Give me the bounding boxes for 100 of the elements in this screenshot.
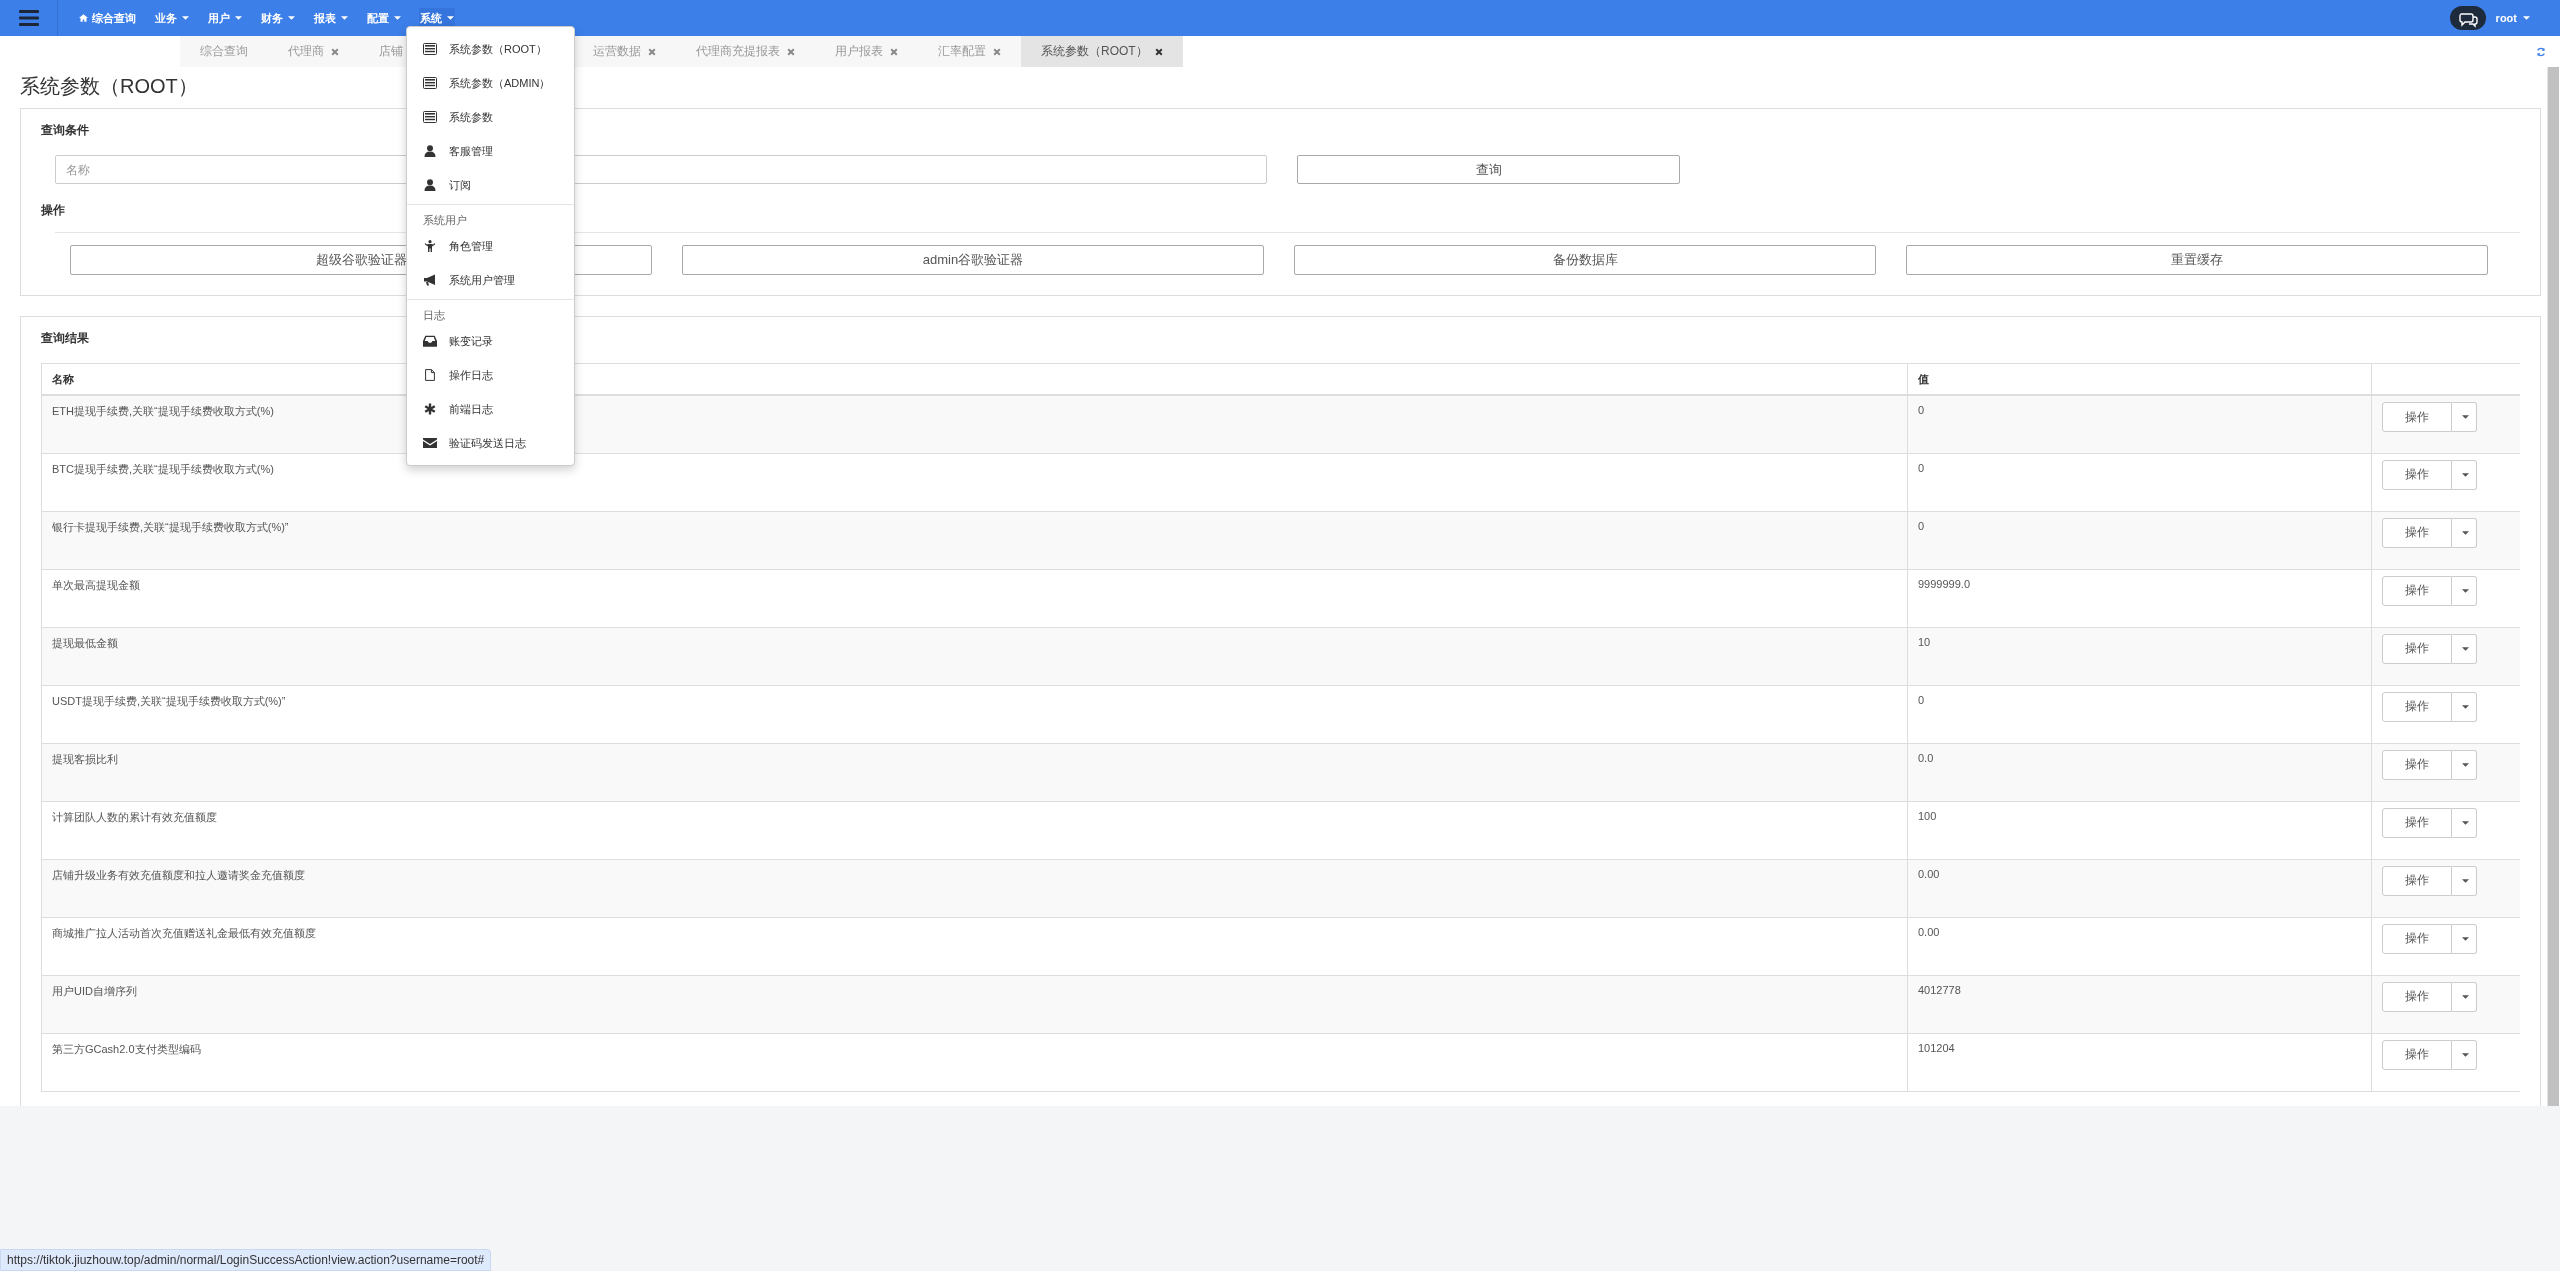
caret-icon <box>2461 415 2469 419</box>
table-cell: 0.00 <box>1907 859 2372 917</box>
caret-icon <box>288 16 295 20</box>
menu-item[interactable]: 系统参数（ROOT） <box>407 32 574 66</box>
action-button[interactable]: 操作 <box>2382 633 2452 664</box>
action-button[interactable]: 操作 <box>2382 981 2452 1012</box>
dropdown-toggle[interactable] <box>2452 807 2477 838</box>
action-button[interactable]: 操作 <box>2382 691 2452 722</box>
menu-item[interactable]: 前端日志 <box>407 392 574 426</box>
dropdown-toggle[interactable] <box>2452 691 2477 722</box>
table-cell: 商城推广拉人活动首次充值赠送礼金最低有效充值额度 <box>41 917 1908 975</box>
caret-icon <box>2461 472 2469 477</box>
megaphone-icon <box>423 274 437 286</box>
caret-icon <box>2461 704 2469 709</box>
dropdown-toggle[interactable] <box>2452 865 2477 896</box>
menu-item[interactable]: 操作日志 <box>407 358 574 392</box>
table-cell: 提现客损比利 <box>41 743 1908 801</box>
close-icon <box>331 47 339 56</box>
close-icon <box>993 47 1001 56</box>
menu-item[interactable]: 系统参数（ADMIN） <box>407 66 574 100</box>
menu-icon[interactable] <box>18 10 39 26</box>
status-url: https://tiktok.jiuzhouw.top/admin/normal/LoginSuccessAction!view.action?username=root# <box>0 1249 492 1271</box>
action-button[interactable]: 操作 <box>2382 459 2452 490</box>
user-icon <box>423 179 437 191</box>
action-button[interactable]: 操作 <box>2382 923 2452 954</box>
tab[interactable]: 系统参数（ROOT） <box>1021 36 1183 67</box>
action-button[interactable]: 重置缓存 <box>1906 245 2488 275</box>
close-icon <box>1154 47 1163 56</box>
table-cell: 用户UID自增序列 <box>41 975 1908 1033</box>
action-button[interactable]: 操作 <box>2382 1039 2452 1070</box>
table-cell: 0 <box>1907 453 2372 511</box>
nav-menu-item[interactable]: 综合查询 <box>78 8 137 28</box>
inbox-icon <box>423 335 437 347</box>
caret-icon <box>2461 646 2469 651</box>
dropdown-toggle[interactable] <box>2452 923 2477 954</box>
table-cell: 4012778 <box>1907 975 2372 1033</box>
table-cell: 银行卡提现手续费,关联“提现手续费收取方式(%)” <box>41 511 1908 569</box>
menu-section-header: 系统用户 <box>422 213 468 228</box>
search-button[interactable]: 查询 <box>1297 155 1680 184</box>
chat-icon <box>2449 6 2486 30</box>
caret-icon <box>2461 994 2469 999</box>
table-cell: 10 <box>1907 627 2372 685</box>
action-button[interactable]: admin谷歌验证器 <box>682 245 1264 275</box>
nav-menu-item[interactable]: 报表 <box>313 8 349 28</box>
caret-icon <box>447 16 454 20</box>
table-cell: 101204 <box>1907 1033 2372 1091</box>
table-cell: 单次最高提现金额 <box>41 569 1908 627</box>
file-icon <box>423 369 437 381</box>
table-cell: 9999999.0 <box>1907 569 2372 627</box>
nav-menu-item[interactable]: 财务 <box>260 8 296 28</box>
caret-icon <box>2461 820 2469 825</box>
envelope-icon <box>423 437 437 449</box>
panel-title: 查询结果 <box>41 330 89 347</box>
dropdown-toggle[interactable] <box>2452 981 2477 1012</box>
caret-icon <box>2461 588 2469 593</box>
dropdown-toggle[interactable] <box>2452 575 2477 606</box>
caret-icon <box>2461 530 2469 535</box>
table-cell: 第三方GCash2.0支付类型编码 <box>41 1033 1908 1091</box>
scrollbar[interactable] <box>2547 67 2559 1106</box>
nav-menu-item[interactable]: 业务 <box>154 8 190 28</box>
dropdown-toggle[interactable] <box>2452 633 2477 664</box>
home-icon <box>79 14 88 22</box>
menu-item[interactable]: 系统参数 <box>407 100 574 134</box>
dropdown-toggle[interactable] <box>2452 1039 2477 1070</box>
action-button[interactable]: 操作 <box>2382 749 2452 780</box>
caret-icon <box>182 16 189 20</box>
dropdown-toggle[interactable] <box>2452 749 2477 780</box>
table-cell: 计算团队人数的累计有效充值额度 <box>41 801 1908 859</box>
close-icon <box>890 47 898 56</box>
caret-icon <box>2461 762 2469 767</box>
list-icon <box>423 43 437 55</box>
list-icon <box>423 77 437 89</box>
table-cell: 0.0 <box>1907 743 2372 801</box>
caret-icon <box>2461 878 2469 883</box>
table-cell: USDT提现手续费,关联“提现手续费收取方式(%)” <box>41 685 1908 743</box>
dropdown-toggle[interactable] <box>2452 517 2477 548</box>
caret-icon <box>235 16 242 20</box>
action-button[interactable]: 备份数据库 <box>1294 245 1876 275</box>
nav-menu-item[interactable]: 用户 <box>207 8 243 28</box>
table-cell: 0 <box>1907 511 2372 569</box>
table-cell: 提现最低金额 <box>41 627 1908 685</box>
nav-menu-item[interactable]: 系统 <box>419 8 455 28</box>
close-icon <box>787 47 795 56</box>
caret-icon <box>2523 16 2530 20</box>
action-button[interactable]: 操作 <box>2382 807 2452 838</box>
action-button[interactable]: 操作 <box>2382 517 2452 548</box>
dropdown-toggle[interactable] <box>2452 459 2477 490</box>
action-button[interactable]: 操作 <box>2382 865 2452 896</box>
menu-item[interactable]: 账变记录 <box>407 324 574 358</box>
panel-title: 查询条件 <box>41 122 89 139</box>
person-icon <box>423 240 437 252</box>
caret-icon <box>2461 1052 2469 1057</box>
table-cell: 店铺升级业务有效充值额度和拉人邀请奖金充值额度 <box>41 859 1908 917</box>
refresh-icon[interactable] <box>2536 46 2546 57</box>
dropdown-toggle[interactable] <box>2452 402 2477 432</box>
page-title: 系统参数（ROOT） <box>20 74 198 98</box>
action-button[interactable]: 操作 <box>2382 402 2452 432</box>
action-button[interactable]: 操作 <box>2382 575 2452 606</box>
user-menu[interactable]: root <box>2495 12 2530 24</box>
nav-menu-item[interactable]: 配置 <box>366 8 402 28</box>
